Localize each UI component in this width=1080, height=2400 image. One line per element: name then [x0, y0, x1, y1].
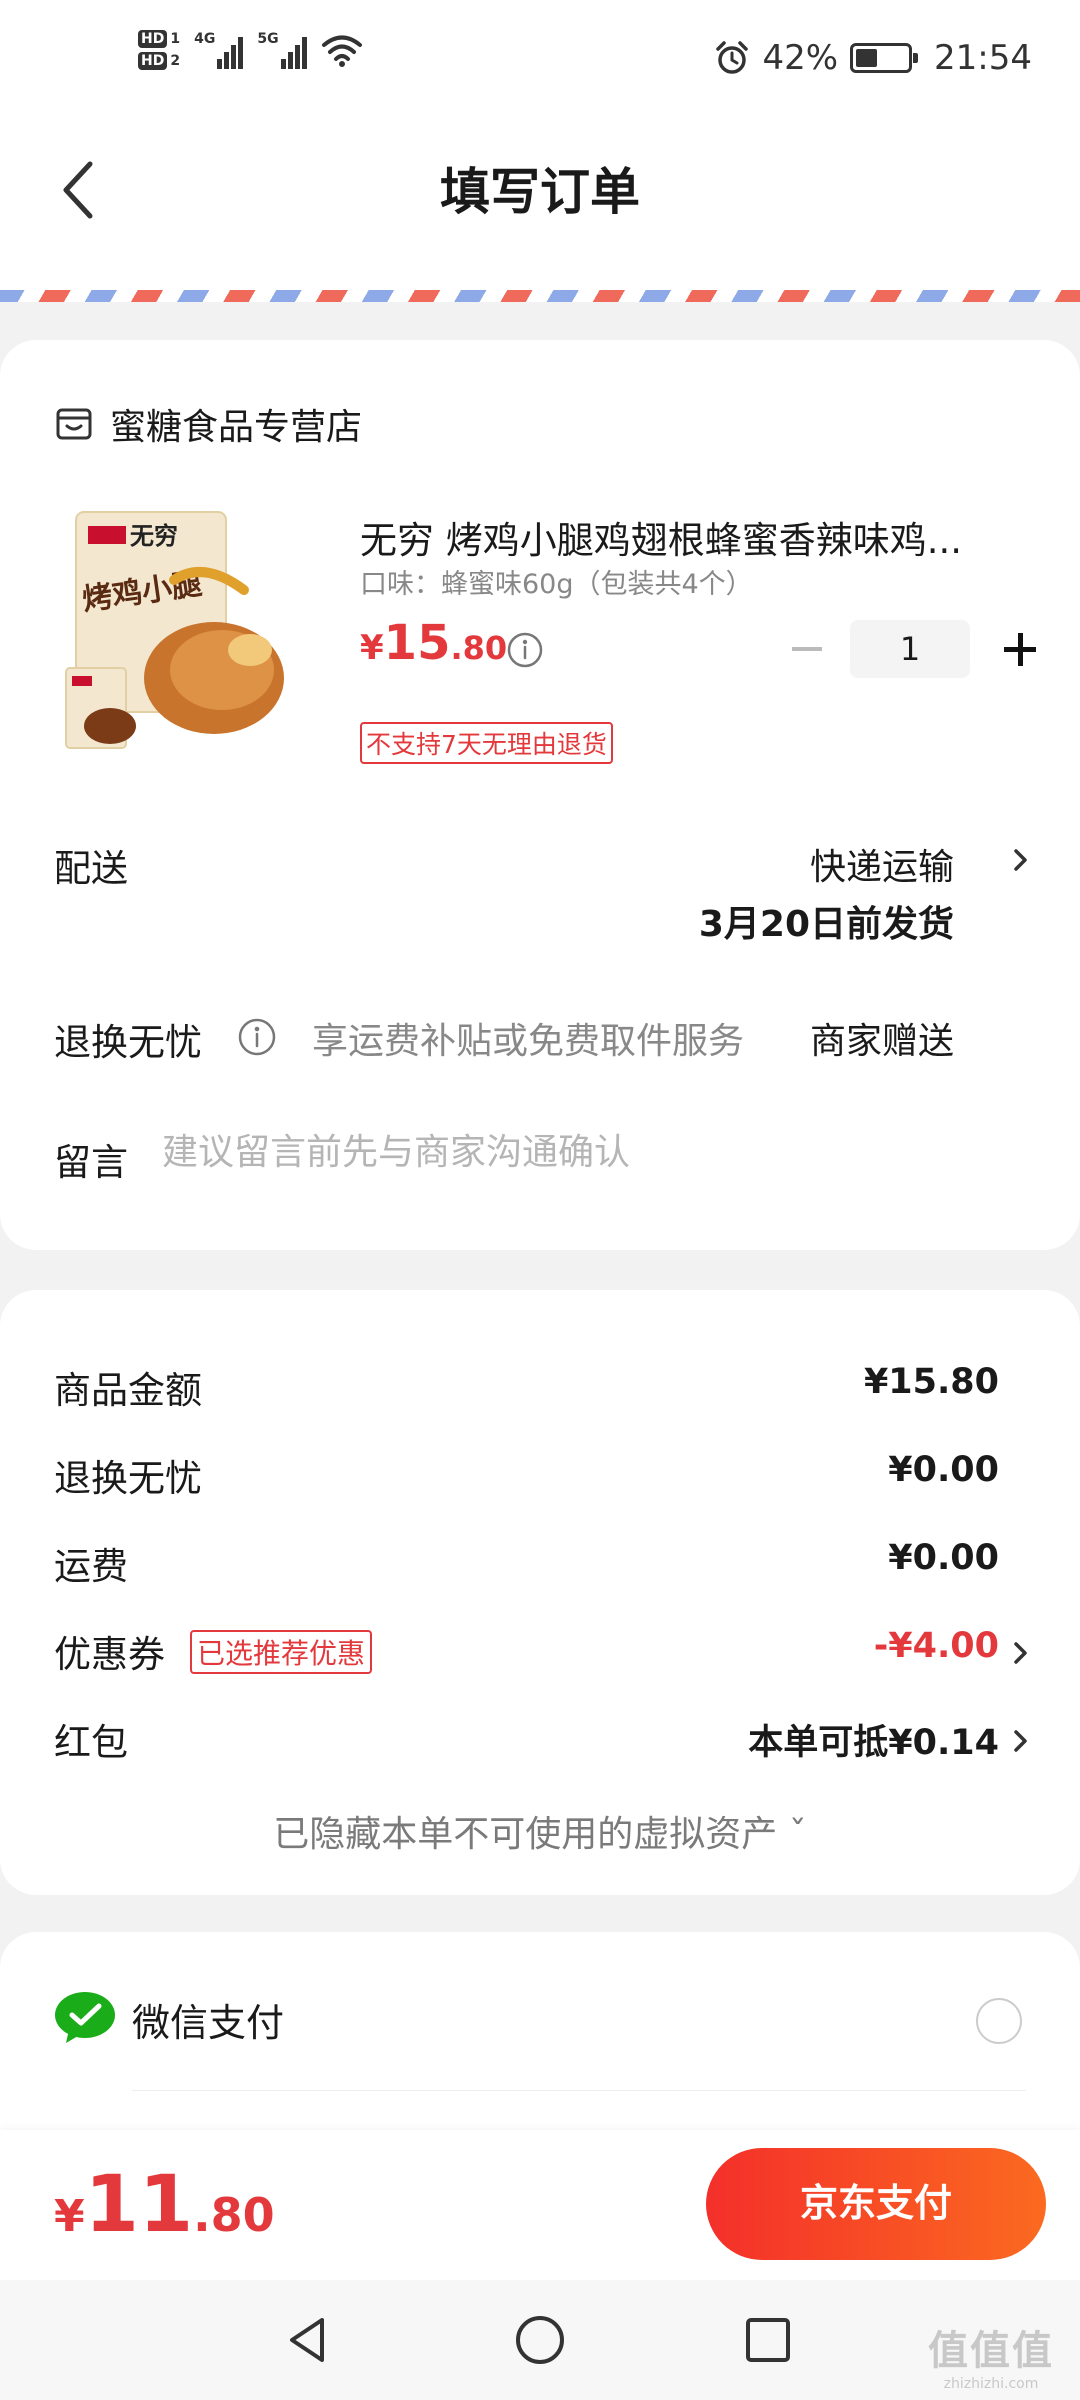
- network-5g-label: 5G: [257, 31, 279, 47]
- status-bar: HD 1 HD 2 4G 5G 42% 21:54: [0, 0, 1080, 120]
- no-return-badge: 不支持7天无理由退货: [360, 722, 613, 764]
- chevron-right-icon[interactable]: [1010, 1638, 1032, 1668]
- shipping-value: ¥0.00: [888, 1538, 999, 1578]
- minus-icon[interactable]: [780, 624, 830, 674]
- goods-amount-value: ¥15.80: [863, 1362, 999, 1402]
- coupon-badge: 已选推荐优惠: [190, 1630, 373, 1674]
- jd-pay-button[interactable]: 京东支付: [706, 2148, 1046, 2260]
- price-summary-card: 商品金额 ¥15.80 退换无忧 ¥0.00 运费 ¥0.00 优惠券 已选推荐…: [0, 1290, 1080, 1895]
- sim2-hd-badge: HD: [138, 52, 168, 70]
- nav-home-icon[interactable]: [510, 2310, 570, 2370]
- price-decimal: .80: [450, 629, 508, 667]
- product-price: ¥15.80: [360, 615, 507, 671]
- network-4g-label: 4G: [194, 31, 216, 47]
- price-integer: 15: [383, 615, 451, 671]
- price-currency: ¥: [360, 628, 384, 668]
- battery-percent: 42%: [762, 38, 839, 78]
- goods-amount-label: 商品金额: [54, 1369, 202, 1412]
- chevron-right-icon[interactable]: [1010, 845, 1032, 875]
- price-row-coupon[interactable]: 优惠券 已选推荐优惠 -¥4.00: [54, 1624, 999, 1684]
- status-left: HD 1 HD 2 4G 5G: [138, 30, 363, 70]
- page-header: 填写订单: [0, 120, 1080, 290]
- price-row-return-service: 退换无忧 ¥0.00: [54, 1448, 999, 1508]
- delivery-label: 配送: [54, 847, 128, 890]
- divider: [132, 2090, 1026, 2091]
- total-amount: ¥11.80: [54, 2160, 275, 2250]
- red-packet-label: 红包: [54, 1721, 128, 1764]
- price-row-shipping: 运费 ¥0.00: [54, 1536, 999, 1596]
- store-icon: [56, 408, 92, 440]
- quantity-stepper: 1: [780, 620, 1044, 678]
- shipping-label: 运费: [54, 1545, 128, 1588]
- quantity-value[interactable]: 1: [850, 620, 970, 678]
- coupon-value: -¥4.00: [873, 1626, 999, 1666]
- shop-name: 蜜糖食品专营店: [110, 407, 363, 448]
- watermark-text: zhizhizhi.com: [943, 2376, 1039, 2392]
- total-currency: ¥: [54, 2191, 85, 2242]
- info-icon[interactable]: [236, 1016, 278, 1058]
- wechat-icon: [55, 1992, 115, 2043]
- battery-icon: [850, 43, 919, 73]
- remark-label: 留言: [54, 1141, 128, 1184]
- sim2-number: 2: [170, 53, 181, 69]
- product-image[interactable]: 无穷 烤鸡小腿: [54, 500, 310, 760]
- chevron-right-icon[interactable]: [1010, 1726, 1032, 1756]
- order-card: 蜜糖食品专营店 无穷 烤鸡小腿 无穷 烤鸡小腿鸡翅根蜂蜜香辣味鸡... 口味：蜂…: [0, 340, 1080, 1250]
- status-right: 42% 21:54: [714, 38, 1032, 78]
- clock-time: 21:54: [934, 38, 1032, 78]
- return-service-fee-label: 退换无忧: [54, 1457, 202, 1500]
- alarm-icon: [716, 41, 749, 74]
- total-integer: 11: [84, 2160, 194, 2250]
- price-row-red-packet[interactable]: 红包 本单可抵¥0.14: [54, 1712, 999, 1772]
- payment-card: 微信支付: [0, 1932, 1080, 2152]
- page-title: 填写订单: [440, 163, 640, 221]
- return-service-label: 退换无忧: [54, 1021, 202, 1064]
- price-row-goods: 商品金额 ¥15.80: [54, 1360, 999, 1420]
- sim-indicators: HD 1 HD 2: [138, 30, 180, 70]
- product-thumbnail: 无穷 烤鸡小腿: [54, 500, 310, 760]
- watermark: 值值值 zhizhizhi.com: [916, 2318, 1066, 2398]
- delivery-method[interactable]: 快递运输: [810, 838, 954, 890]
- signal-5g-icon: 5G: [257, 31, 307, 69]
- return-service-value: 商家赠送: [809, 1021, 954, 1062]
- delivery-date: 3月20日前发货: [698, 904, 954, 945]
- product-title[interactable]: 无穷 烤鸡小腿鸡翅根蜂蜜香辣味鸡...: [360, 510, 1000, 564]
- shop-header[interactable]: 蜜糖食品专营店: [54, 398, 362, 450]
- plus-icon[interactable]: [994, 624, 1044, 674]
- return-service-fee-value: ¥0.00: [888, 1450, 999, 1490]
- wifi-icon: [321, 35, 362, 67]
- battery-level: [856, 49, 878, 67]
- nav-back-icon[interactable]: [278, 2310, 338, 2370]
- airmail-stripe: [0, 290, 1080, 302]
- wechat-pay-radio[interactable]: [976, 1998, 1022, 2044]
- return-service-desc: 享运费补贴或免费取件服务: [312, 1021, 745, 1062]
- sim2-indicator: HD 2: [138, 52, 180, 70]
- info-icon[interactable]: [505, 630, 545, 670]
- red-packet-value: 本单可抵¥0.14: [748, 1723, 999, 1763]
- total-decimal: .80: [193, 2188, 275, 2242]
- signal-4g-icon: 4G: [194, 31, 244, 69]
- nav-recents-icon[interactable]: [738, 2310, 798, 2370]
- sim1-hd-badge: HD: [138, 30, 168, 48]
- sim1-number: 1: [170, 31, 181, 47]
- coupon-label: 优惠券: [54, 1633, 165, 1676]
- watermark-logo: 值值值: [928, 2328, 1054, 2374]
- checkout-bar: ¥11.80 京东支付: [0, 2130, 1080, 2280]
- hidden-assets-toggle[interactable]: 已隐藏本单不可使用的虚拟资产 ˇ: [0, 1805, 1080, 1857]
- sim1-indicator: HD 1: [138, 30, 180, 48]
- product-brand-text: 无穷: [130, 522, 178, 550]
- product-spec[interactable]: 口味：蜂蜜味60g（包装共4个）: [360, 562, 753, 601]
- wechat-pay-label[interactable]: 微信支付: [132, 1992, 284, 2047]
- remark-input[interactable]: [162, 1132, 1022, 1173]
